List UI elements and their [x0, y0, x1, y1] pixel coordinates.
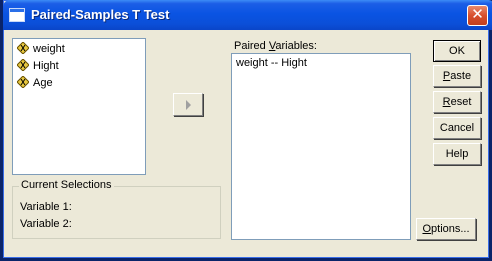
variable-label: weight [33, 43, 65, 55]
move-right-button[interactable] [173, 93, 203, 116]
options-button[interactable]: Options... [416, 218, 476, 240]
current-selections-group: Current Selections Variable 1: Variable … [12, 179, 221, 239]
variable-list[interactable]: weight Hight Age [12, 38, 146, 175]
window-title: Paired-Samples T Test [31, 7, 170, 22]
close-button[interactable]: ✕ [467, 5, 488, 26]
list-item[interactable]: weight -- Hight [236, 57, 307, 69]
window-icon [9, 8, 25, 22]
list-item-age[interactable]: Age [17, 75, 53, 91]
variable1-label: Variable 1: [20, 201, 72, 213]
reset-button[interactable]: Reset [433, 91, 481, 113]
title-bar[interactable]: Paired-Samples T Test ✕ [3, 0, 492, 30]
scale-variable-icon [17, 76, 29, 88]
help-button[interactable]: Help [433, 143, 481, 165]
arrow-right-icon [186, 100, 191, 110]
variable2-label: Variable 2: [20, 218, 72, 230]
paired-variables-label: Paired Variables: [234, 40, 317, 52]
paste-button[interactable]: Paste [433, 65, 481, 87]
cancel-button[interactable]: Cancel [433, 117, 481, 139]
variable-label: Age [33, 77, 53, 89]
group-title: Current Selections [19, 179, 114, 191]
list-item-hight[interactable]: Hight [17, 58, 59, 74]
list-item-weight[interactable]: weight [17, 41, 65, 57]
scale-variable-icon [17, 42, 29, 54]
ok-button[interactable]: OK [433, 40, 481, 62]
scale-variable-icon [17, 59, 29, 71]
variable-label: Hight [33, 60, 59, 72]
paired-variables-list[interactable]: weight -- Hight [231, 53, 411, 240]
